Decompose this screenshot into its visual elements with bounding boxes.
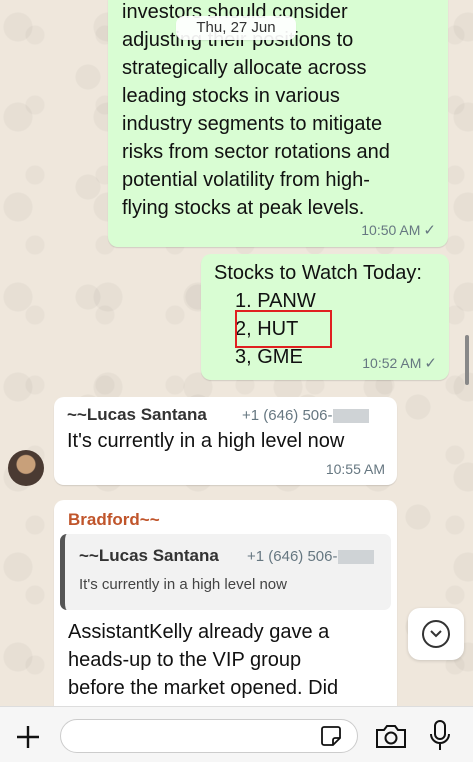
plus-icon[interactable]: [12, 721, 44, 753]
camera-icon[interactable]: [374, 722, 408, 750]
redaction-block: [338, 550, 375, 565]
sender-phone-text: +1 (646) 506-: [242, 407, 333, 424]
message-text: It's currently in a high level now: [67, 430, 345, 452]
sender-name[interactable]: ~~Lucas Santana: [67, 405, 207, 425]
read-check-icon: ✓: [424, 355, 437, 372]
date-divider: Thu, 27 Jun: [176, 16, 296, 40]
incoming-message[interactable]: Bradford~~ ~~Lucas Santana +1 (646) 506-…: [54, 500, 397, 706]
avatar[interactable]: [8, 450, 44, 486]
message-input[interactable]: [60, 719, 358, 753]
incoming-message[interactable]: ~~Lucas Santana +1 (646) 506- It's curre…: [54, 397, 397, 485]
quoted-phone-text: +1 (646) 506-: [247, 548, 338, 565]
highlight-box: [235, 310, 332, 348]
chevron-down-icon: [422, 620, 450, 648]
message-text: AssistantKelly already gave a heads-up t…: [68, 618, 388, 702]
sticker-icon[interactable]: [320, 725, 342, 747]
message-line: AssistantKelly already gave a: [68, 621, 330, 643]
message-line: heads-up to the VIP group: [68, 649, 302, 671]
quoted-text: It's currently in a high level now: [79, 576, 287, 593]
sender-name[interactable]: Bradford~~: [68, 510, 160, 530]
read-check-icon: ✓: [423, 222, 436, 239]
message-line: potential volatility from high-: [122, 169, 370, 191]
message-timestamp: 10:52 AM ✓: [362, 354, 437, 372]
message-line: before the market opened. Did: [68, 677, 339, 699]
message-line: strategically allocate across: [122, 57, 367, 79]
quoted-phone: +1 (646) 506-: [247, 548, 375, 565]
microphone-icon[interactable]: [428, 719, 452, 753]
message-timestamp: 10:50 AM ✓: [361, 221, 436, 239]
timestamp-text: 10:50 AM: [361, 222, 421, 238]
message-line: industry segments to mitigate: [122, 113, 383, 135]
message-title: Stocks to Watch Today:: [214, 262, 422, 284]
scroll-down-button[interactable]: [408, 608, 464, 660]
message-line: leading stocks in various: [122, 85, 340, 107]
message-line: risks from sector rotations and: [122, 141, 390, 163]
stock-item: 3, GME: [235, 346, 303, 368]
message-timestamp: 10:55 AM: [325, 461, 385, 477]
quoted-message[interactable]: ~~Lucas Santana +1 (646) 506- It's curre…: [60, 534, 391, 610]
scrollbar[interactable]: [465, 335, 469, 385]
chat-area[interactable]: investors should consider adjusting thei…: [0, 0, 473, 706]
quoted-sender: ~~Lucas Santana: [79, 546, 219, 565]
message-line: flying stocks at peak levels.: [122, 197, 365, 219]
message-input-bar: [0, 706, 473, 762]
timestamp-text: 10:52 AM: [362, 355, 422, 371]
sender-phone: +1 (646) 506-: [242, 407, 370, 424]
redaction-block: [333, 409, 370, 424]
